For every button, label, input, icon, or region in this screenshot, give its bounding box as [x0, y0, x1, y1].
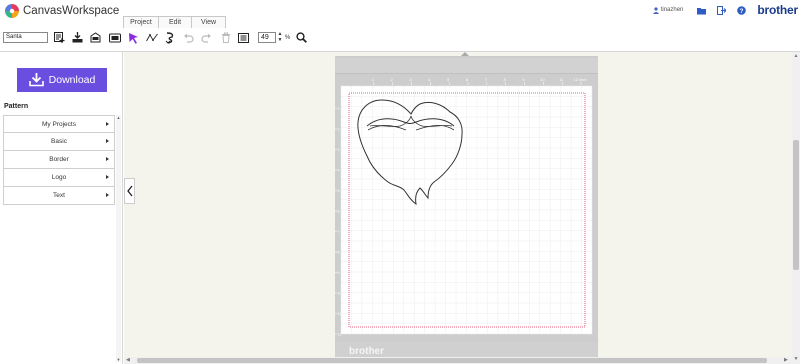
top-ruler-label: 9 — [522, 77, 525, 82]
user-account[interactable]: tinazhen — [652, 6, 684, 14]
side-ruler-label: 5 — [338, 189, 340, 193]
side-ruler-label: 2 — [338, 128, 340, 132]
zoom-icon[interactable] — [295, 31, 308, 44]
list-icon[interactable] — [237, 31, 250, 44]
menu-tabs: Project Edit View — [123, 16, 226, 28]
side-ruler-label: 7 — [338, 230, 340, 234]
scroll-down-icon[interactable]: ▼ — [116, 357, 121, 362]
search-input[interactable]: Santa — [3, 32, 48, 43]
save-icon[interactable] — [89, 31, 102, 44]
zoom-input[interactable]: 49 — [258, 32, 276, 43]
top-ruler-label: 2 — [391, 77, 394, 82]
side-ruler-label: 11 — [338, 312, 342, 316]
scroll-up-icon[interactable]: ▲ — [792, 53, 800, 59]
app-window: CanvasWorkspace Project Edit View tinazh… — [0, 0, 800, 364]
redo-icon[interactable] — [200, 31, 213, 44]
scroll-up-icon[interactable]: ▲ — [116, 115, 121, 120]
sidebar-scrollbar[interactable]: ▲ ▼ — [116, 115, 121, 362]
app-logo: CanvasWorkspace — [4, 3, 119, 19]
node-tool-icon[interactable] — [145, 31, 158, 44]
side-ruler-label: 3 — [338, 148, 340, 152]
top-ruler-label: 7 — [485, 77, 488, 82]
collapse-sidebar-button[interactable] — [124, 178, 135, 204]
tab-edit[interactable]: Edit — [158, 16, 192, 28]
side-ruler-label: 1 — [338, 107, 340, 111]
category-label: My Projects — [42, 120, 76, 128]
horizontal-scroll-thumb[interactable] — [137, 358, 767, 363]
zoom-stepper[interactable]: ▲ ▼ — [277, 31, 283, 44]
folder-icon[interactable] — [697, 6, 707, 15]
scroll-left-icon[interactable]: ◀ — [126, 357, 130, 363]
convert-icon[interactable] — [108, 31, 121, 44]
side-ruler-label: 4 — [338, 169, 340, 173]
undo-icon[interactable] — [182, 31, 195, 44]
new-project-icon[interactable] — [53, 31, 66, 44]
category-label: Border — [49, 156, 69, 163]
chevron-right-icon — [106, 157, 109, 161]
chevron-right-icon — [106, 122, 109, 126]
category-logo[interactable]: Logo — [3, 169, 115, 187]
download-label: Download — [48, 74, 96, 86]
category-basic[interactable]: Basic — [3, 133, 115, 151]
category-label: Basic — [51, 138, 67, 145]
chevron-left-icon — [126, 185, 133, 197]
santa-beard-shape[interactable] — [354, 96, 468, 208]
user-icon — [652, 6, 659, 14]
scroll-right-icon[interactable]: ▶ — [784, 357, 788, 363]
svg-text:?: ? — [740, 7, 744, 14]
top-ruler-label: 8 — [504, 77, 507, 82]
chevron-right-icon — [106, 139, 109, 143]
chevron-right-icon — [106, 175, 109, 179]
category-label: Text — [53, 192, 65, 199]
top-ruler-label: 12 inch — [574, 77, 587, 82]
app-name: CanvasWorkspace — [23, 5, 120, 17]
app-logo-icon — [5, 4, 19, 18]
select-tool-icon[interactable] — [127, 31, 140, 44]
user-name: tinazhen — [660, 7, 684, 13]
category-border[interactable]: Border — [3, 151, 115, 169]
category-text[interactable]: Text — [3, 187, 115, 205]
zoom-unit: % — [285, 35, 291, 41]
top-ruler-label: 6 — [466, 77, 469, 82]
top-ruler-label: 11 — [559, 77, 564, 82]
tab-view[interactable]: View — [191, 16, 226, 28]
brand-logo: brother — [757, 3, 798, 17]
category-label: Logo — [51, 174, 67, 181]
pattern-title: Pattern — [4, 103, 29, 110]
top-ruler-label: 3 — [409, 77, 412, 82]
help-icon[interactable]: ? — [737, 5, 747, 15]
zoom-down-icon[interactable]: ▼ — [277, 37, 283, 43]
side-ruler-label: 8 — [338, 251, 340, 255]
top-ruler-label: 1 — [372, 77, 375, 82]
delete-icon[interactable] — [219, 31, 232, 44]
download-button[interactable]: Download — [17, 68, 107, 92]
header-actions: tinazhen ? brother — [652, 3, 798, 17]
top-ruler-label: 10 — [540, 77, 545, 82]
welding-icon[interactable] — [164, 31, 177, 44]
scroll-down-icon[interactable]: ▼ — [792, 356, 800, 362]
mat-brand: brother — [349, 346, 384, 357]
pattern-category-list: My Projects Basic Border Logo Text — [3, 115, 115, 205]
logout-icon[interactable] — [717, 5, 727, 15]
chevron-right-icon — [106, 193, 109, 197]
toolbar: Santa 49 ▲ ▼ % — [0, 30, 800, 48]
side-ruler-label: 6 — [338, 210, 340, 214]
download-icon — [28, 73, 44, 87]
category-my-projects[interactable]: My Projects — [3, 115, 115, 133]
import-icon[interactable] — [71, 31, 84, 44]
side-ruler-label: 9 — [338, 271, 340, 275]
vertical-scroll-thumb[interactable] — [793, 140, 799, 270]
top-ruler-label: 4 — [428, 77, 431, 82]
tab-project[interactable]: Project — [123, 16, 159, 28]
sidebar: Download Pattern My Projects Basic Borde… — [0, 52, 123, 364]
top-ruler-label: 5 — [447, 77, 450, 82]
